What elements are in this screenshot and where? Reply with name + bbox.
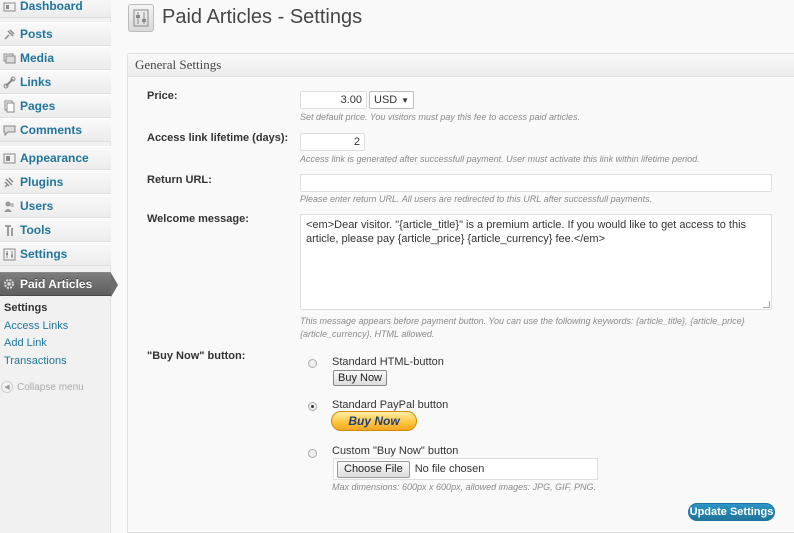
return-url-label: Return URL: — [147, 174, 212, 186]
sidebar-item-label: Tools — [20, 223, 52, 237]
buy-now-label: "Buy Now" button: — [147, 350, 246, 362]
sidebar-item-label: Settings — [20, 247, 68, 261]
sidebar-item-label: Dashboard — [20, 0, 83, 13]
sidebar-item-label: Pages — [20, 99, 56, 113]
welcome-message-text: <em>Dear visitor. "{article_title}" is a… — [306, 219, 747, 245]
sidebar-item-label: Media — [20, 51, 55, 65]
paypal-buy-now-button-preview[interactable]: Buy Now — [331, 411, 417, 431]
settings-icon — [1, 246, 17, 262]
sidebar-item-paid-articles[interactable]: Paid Articles — [0, 272, 118, 297]
collapse-menu-button[interactable]: ◀ Collapse menu — [1, 381, 84, 393]
panel-title: General Settings — [135, 57, 222, 72]
lifetime-label: Access link lifetime (days): — [147, 132, 289, 144]
lifetime-description: Access link is generated after successfu… — [300, 154, 700, 164]
panel-header: General Settings — [128, 54, 794, 77]
dropdown-arrow-icon: ▼ — [401, 95, 409, 105]
sidebar-item-label: Plugins — [20, 175, 64, 189]
sidebar-item-dashboard[interactable]: Dashboard — [0, 0, 111, 18]
plugins-icon — [1, 174, 17, 190]
choose-file-button[interactable]: Choose File — [337, 460, 410, 478]
currency-select[interactable]: USD ▼ — [369, 91, 414, 109]
admin-sidebar: Dashboard Posts Media Links Pages Commen… — [0, 0, 118, 533]
collapse-menu-label: Collapse menu — [17, 381, 84, 393]
settings-page-icon — [128, 4, 154, 32]
currency-value: USD — [374, 94, 398, 106]
radio-paypal-button[interactable] — [308, 402, 317, 411]
sidebar-item-label: Posts — [20, 27, 53, 41]
page-title: Paid Articles - Settings — [162, 6, 363, 28]
return-url-description: Please enter return URL. All users are r… — [300, 194, 653, 204]
option-html-button-label: Standard HTML-button — [332, 356, 444, 368]
welcome-description-line2: {article_currency}. HTML allowed. — [300, 329, 435, 339]
sidebar-item-label: Appearance — [20, 151, 89, 165]
tools-icon — [1, 222, 17, 238]
sidebar-item-label: Links — [20, 75, 52, 89]
radio-custom-button[interactable] — [308, 449, 317, 458]
lifetime-input[interactable] — [300, 133, 365, 151]
gear-icon — [1, 276, 17, 292]
sidebar-item-links[interactable]: Links — [0, 70, 111, 94]
dashboard-icon — [1, 0, 17, 14]
sidebar-item-label: Users — [20, 199, 54, 213]
sidebar-item-users[interactable]: Users — [0, 194, 111, 218]
users-icon — [1, 198, 17, 214]
option-custom-button-label: Custom "Buy Now" button — [332, 445, 459, 457]
sidebar-item-appearance[interactable]: Appearance — [0, 146, 111, 170]
sidebar-item-label: Paid Articles — [20, 277, 93, 291]
html-buy-now-button-preview[interactable]: Buy Now — [333, 370, 387, 386]
submenu-transactions[interactable]: Transactions — [4, 355, 67, 367]
resize-grip-icon[interactable] — [763, 301, 770, 308]
sidebar-item-posts[interactable]: Posts — [0, 22, 111, 46]
radio-html-button[interactable] — [308, 359, 317, 368]
pages-icon — [1, 98, 17, 114]
file-upload-field: Choose File No file chosen — [333, 458, 598, 480]
price-label: Price: — [147, 90, 178, 102]
link-icon — [1, 74, 17, 90]
option-paypal-button-label: Standard PayPal button — [332, 399, 449, 411]
sidebar-item-comments[interactable]: Comments — [0, 118, 111, 142]
media-icon — [1, 50, 17, 66]
collapse-arrow-icon: ◀ — [1, 381, 13, 393]
welcome-message-label: Welcome message: — [147, 213, 249, 225]
sidebar-item-label: Comments — [20, 123, 83, 137]
update-settings-button[interactable]: Update Settings — [688, 503, 775, 521]
return-url-input[interactable] — [300, 174, 772, 192]
sidebar-item-plugins[interactable]: Plugins — [0, 170, 111, 194]
sidebar-item-media[interactable]: Media — [0, 46, 111, 70]
dimensions-note: Max dimensions: 600px x 600px, allowed i… — [332, 482, 596, 492]
submenu-settings[interactable]: Settings — [4, 302, 47, 314]
price-description: Set default price. You visitors must pay… — [300, 112, 580, 122]
file-status-text: No file chosen — [414, 463, 485, 475]
sidebar-item-tools[interactable]: Tools — [0, 218, 111, 242]
comments-icon — [1, 122, 17, 138]
submenu-access-links[interactable]: Access Links — [4, 320, 68, 332]
price-input[interactable] — [300, 91, 367, 109]
pin-icon — [1, 26, 17, 42]
appearance-icon — [1, 150, 17, 166]
submenu-add-link[interactable]: Add Link — [4, 337, 47, 349]
sidebar-item-settings[interactable]: Settings — [0, 242, 111, 266]
welcome-message-textarea[interactable]: <em>Dear visitor. "{article_title}" is a… — [300, 214, 772, 310]
sidebar-item-pages[interactable]: Pages — [0, 94, 111, 118]
welcome-description-line1: This message appears before payment butt… — [300, 316, 745, 326]
